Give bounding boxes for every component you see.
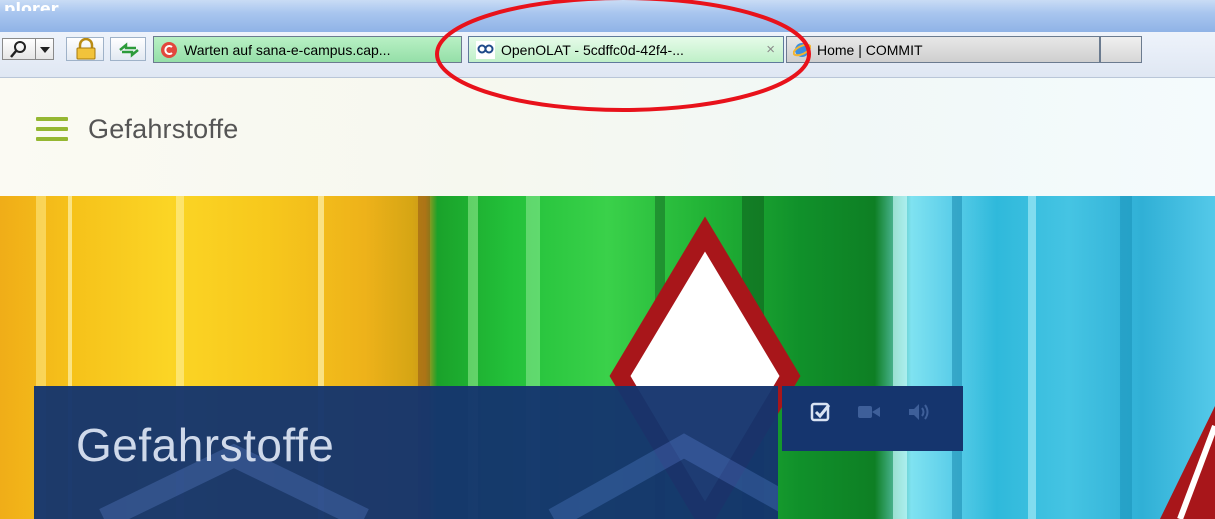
video-icon[interactable] [856,400,882,422]
chevron-down-icon [40,47,50,53]
tab-label: OpenOLAT - 5cdffc0d-42f4-... [501,41,684,58]
audio-icon[interactable] [906,400,932,422]
tab-home-commit[interactable]: Home | COMMIT [786,36,1100,63]
address-dropdown-button[interactable] [36,38,54,60]
hero-title: Gefahrstoffe [76,419,335,471]
loading-c-icon [161,41,177,58]
lock-icon [76,38,96,60]
tab-label: Warten auf sana-e-campus.cap... [184,41,391,58]
new-tab-button[interactable] [1100,36,1142,63]
security-lock-button[interactable] [66,37,104,61]
browser-tab-strip: Warten auf sana-e-campus.cap... OpenOLAT… [0,32,1215,78]
tab-label: Home | COMMIT [817,41,923,58]
checkbox-icon[interactable] [810,400,832,422]
openolat-icon [476,40,495,59]
refresh-icon [119,42,139,58]
window-title: plorer [4,0,59,18]
tab-warten[interactable]: Warten auf sana-e-campus.cap... [153,36,462,63]
course-header: Gefahrstoffe [0,78,1215,196]
tab-openolat[interactable]: OpenOLAT - 5cdffc0d-42f4-... × [468,36,784,63]
search-icon [10,41,26,58]
address-search-button[interactable] [2,38,36,60]
ie-icon [793,42,811,57]
tab-close-icon[interactable]: × [766,41,775,58]
page-title: Gefahrstoffe [88,114,239,144]
window-titlebar: plorer [0,0,1215,32]
refresh-button[interactable] [110,37,146,61]
hamburger-menu-icon[interactable] [36,117,68,141]
